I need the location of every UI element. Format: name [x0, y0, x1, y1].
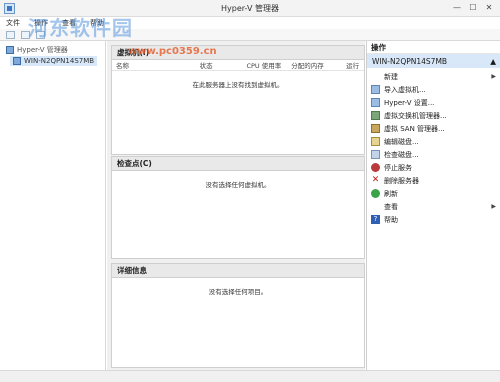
action-san-manager[interactable]: 虚拟 SAN 管理器...: [367, 122, 500, 135]
submenu-arrow-icon: ▶: [491, 203, 496, 210]
action-label: 刷新: [384, 189, 398, 198]
action-stop-service[interactable]: 停止服务: [367, 161, 500, 174]
col-name[interactable]: 名称: [112, 60, 196, 70]
forward-button[interactable]: [21, 30, 30, 39]
action-label: Hyper-V 设置...: [384, 98, 435, 107]
action-list: 新建 ▶ 导入虚拟机... Hyper-V 设置... 虚拟交换机管理器... …: [367, 68, 500, 226]
action-refresh[interactable]: 刷新: [367, 187, 500, 200]
actions-host-label: WIN-N2QPN14S7MB: [372, 56, 448, 66]
collapse-icon[interactable]: ▲: [490, 57, 496, 66]
action-remove-server[interactable]: ✕ 删除服务器: [367, 174, 500, 187]
action-label: 检查磁盘...: [384, 150, 419, 159]
actions-pane: 操作 WIN-N2QPN14S7MB ▲ 新建 ▶ 导入虚拟机... Hyper…: [366, 41, 500, 370]
action-edit-disk[interactable]: 编辑磁盘...: [367, 135, 500, 148]
close-button[interactable]: ✕: [482, 2, 496, 13]
vm-panel: 虚拟机(I) 名称 状态 CPU 使用率 分配的内存 运行 在此服务器上没有找到…: [111, 45, 365, 155]
blank-icon: [371, 72, 380, 81]
action-label: 删除服务器: [384, 176, 419, 185]
action-new[interactable]: 新建 ▶: [367, 70, 500, 83]
action-hyperv-settings[interactable]: Hyper-V 设置...: [367, 96, 500, 109]
action-label: 新建: [384, 72, 398, 81]
actions-title: 操作: [367, 41, 500, 54]
action-view[interactable]: 查看 ▶: [367, 200, 500, 213]
menu-bar: 文件 操作 查看 帮助: [0, 17, 500, 29]
stop-icon: [371, 163, 380, 172]
submenu-arrow-icon: ▶: [491, 73, 496, 80]
navigation-tree: Hyper-V 管理器 WIN-N2QPN14S7MB: [0, 41, 106, 370]
details-panel: 详细信息 没有选择任何项目。: [111, 263, 365, 368]
col-memory[interactable]: 分配的内存: [287, 60, 342, 70]
title-bar: Hyper-V 管理器 — ☐ ✕: [0, 0, 500, 17]
hyperv-icon: [6, 46, 14, 54]
action-label: 停止服务: [384, 163, 412, 172]
help-icon: ?: [371, 215, 380, 224]
window-controls: — ☐ ✕: [450, 2, 496, 13]
delete-icon: ✕: [371, 175, 380, 185]
settings-icon: [371, 98, 380, 107]
menu-file[interactable]: 文件: [6, 18, 20, 28]
col-uptime[interactable]: 运行: [342, 60, 364, 70]
show-tree-button[interactable]: [36, 30, 45, 39]
window-title: Hyper-V 管理器: [221, 4, 279, 13]
action-label: 导入虚拟机...: [384, 85, 426, 94]
menu-help[interactable]: 帮助: [90, 18, 104, 28]
vm-empty-message: 在此服务器上没有找到虚拟机。: [192, 81, 284, 89]
action-label: 虚拟 SAN 管理器...: [384, 124, 445, 133]
actions-host-header[interactable]: WIN-N2QPN14S7MB ▲: [367, 54, 500, 68]
minimize-button[interactable]: —: [450, 2, 464, 13]
details-empty-message: 没有选择任何项目。: [208, 288, 268, 296]
action-label: 帮助: [384, 215, 398, 224]
vm-panel-title: 虚拟机(I): [112, 46, 364, 60]
menu-action[interactable]: 操作: [34, 18, 48, 28]
action-label: 编辑磁盘...: [384, 137, 419, 146]
san-icon: [371, 124, 380, 133]
action-inspect-disk[interactable]: 检查磁盘...: [367, 148, 500, 161]
action-label: 查看: [384, 202, 398, 211]
center-pane: 虚拟机(I) 名称 状态 CPU 使用率 分配的内存 运行 在此服务器上没有找到…: [107, 41, 365, 370]
checkpoint-panel-title: 检查点(C): [112, 157, 364, 171]
tree-root-label: Hyper-V 管理器: [17, 46, 68, 54]
action-import-vm[interactable]: 导入虚拟机...: [367, 83, 500, 96]
import-icon: [371, 85, 380, 94]
toolbar: [0, 29, 500, 41]
checkpoint-empty-message: 没有选择任何虚拟机。: [205, 181, 271, 189]
switch-icon: [371, 111, 380, 120]
action-label: 虚拟交换机管理器...: [384, 111, 447, 120]
edit-disk-icon: [371, 137, 380, 146]
menu-view[interactable]: 查看: [62, 18, 76, 28]
col-state[interactable]: 状态: [196, 60, 243, 70]
details-panel-title: 详细信息: [112, 264, 364, 278]
status-bar: [0, 370, 500, 382]
tree-server-label: WIN-N2QPN14S7MB: [24, 57, 95, 65]
tree-root-hyperv[interactable]: Hyper-V 管理器: [6, 45, 68, 55]
vm-table-header: 名称 状态 CPU 使用率 分配的内存 运行: [112, 60, 364, 71]
refresh-icon: [371, 189, 380, 198]
tree-item-server[interactable]: WIN-N2QPN14S7MB: [10, 56, 98, 66]
action-switch-manager[interactable]: 虚拟交换机管理器...: [367, 109, 500, 122]
back-button[interactable]: [6, 30, 15, 39]
checkpoint-panel: 检查点(C) 没有选择任何虚拟机。: [111, 156, 365, 259]
maximize-button[interactable]: ☐: [466, 2, 480, 13]
col-cpu[interactable]: CPU 使用率: [242, 60, 287, 70]
server-icon: [13, 57, 21, 65]
blank-icon: [371, 202, 380, 211]
action-help[interactable]: ? 帮助: [367, 213, 500, 226]
inspect-disk-icon: [371, 150, 380, 159]
